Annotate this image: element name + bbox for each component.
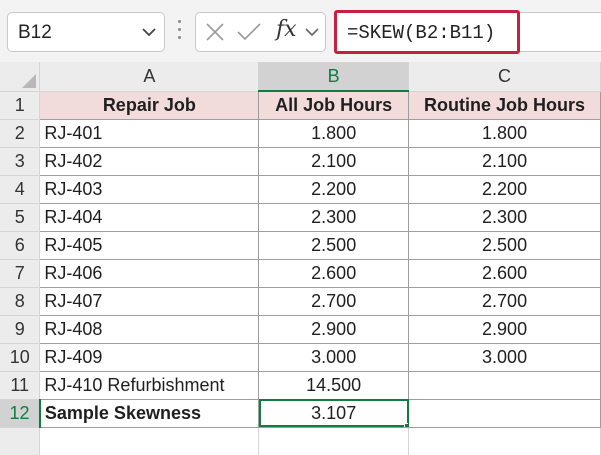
row-header[interactable]: 3: [0, 147, 41, 176]
formula-input[interactable]: =SKEW(B2:B11): [334, 10, 520, 54]
cell-c[interactable]: 2.600: [408, 259, 601, 288]
cell-a[interactable]: RJ-402: [39, 147, 260, 176]
row-header[interactable]: 12: [0, 399, 41, 428]
cell-grid: A B C 1 Repair Job All Job Hours Routine…: [0, 62, 601, 455]
column-header-c[interactable]: C: [408, 62, 601, 92]
row-header[interactable]: 4: [0, 175, 41, 204]
cell-a[interactable]: RJ-409: [39, 343, 260, 372]
fill-handle[interactable]: [404, 422, 408, 426]
row-header[interactable]: 9: [0, 315, 41, 344]
row-header[interactable]: 11: [0, 371, 41, 400]
cell-b[interactable]: 2.600: [258, 259, 410, 288]
worksheet: A B C 1 Repair Job All Job Hours Routine…: [0, 62, 601, 455]
cell-a[interactable]: RJ-406: [39, 259, 260, 288]
cell-c[interactable]: 1.800: [408, 119, 601, 148]
cell-a[interactable]: RJ-403: [39, 175, 260, 204]
column-header-b[interactable]: B: [258, 62, 410, 92]
cell-c[interactable]: 2.500: [408, 231, 601, 260]
cell-b-value[interactable]: 3.107: [311, 403, 356, 423]
cell-a[interactable]: Sample Skewness: [39, 399, 260, 428]
chevron-down-icon[interactable]: [304, 24, 320, 40]
row-header[interactable]: [0, 427, 41, 455]
row-header[interactable]: 5: [0, 203, 41, 232]
enter-check-icon[interactable]: [236, 21, 262, 43]
more-options-icon[interactable]: [176, 20, 182, 44]
cell-a[interactable]: RJ-408: [39, 315, 260, 344]
cell-a[interactable]: RJ-405: [39, 231, 260, 260]
insert-function-button[interactable]: fx: [276, 17, 297, 42]
formula-controls: fx: [195, 12, 326, 52]
cell-c[interactable]: [408, 399, 601, 428]
name-box[interactable]: B12: [7, 12, 165, 52]
cell-a[interactable]: RJ-401: [39, 119, 260, 148]
formula-input-extension[interactable]: [520, 12, 601, 52]
row-header[interactable]: 8: [0, 287, 41, 316]
cell-a[interactable]: RJ-404: [39, 203, 260, 232]
cell-a[interactable]: RJ-407: [39, 287, 260, 316]
cell-b[interactable]: 2.900: [258, 315, 410, 344]
cell-b[interactable]: 2.500: [258, 231, 410, 260]
header-cell-repair-job[interactable]: Repair Job: [39, 90, 260, 120]
cell-b[interactable]: 2.700: [258, 287, 410, 316]
column-header-a[interactable]: A: [39, 62, 260, 92]
cell-c[interactable]: 2.700: [408, 287, 601, 316]
cell-c[interactable]: 2.900: [408, 315, 601, 344]
row-header[interactable]: 2: [0, 119, 41, 148]
cancel-icon[interactable]: [204, 21, 226, 43]
name-box-value[interactable]: B12: [18, 22, 52, 44]
header-cell-all-job-hours[interactable]: All Job Hours: [258, 90, 410, 120]
row-header[interactable]: 7: [0, 259, 41, 288]
formula-bar: B12 fx =SKEW(B2:B11): [0, 0, 601, 62]
cell-b[interactable]: 2.200: [258, 175, 410, 204]
cell-b[interactable]: 2.300: [258, 203, 410, 232]
cell-c[interactable]: 2.100: [408, 147, 601, 176]
cell-a[interactable]: RJ-410 Refurbishment: [39, 371, 260, 400]
cell-b-selected[interactable]: 3.107: [258, 399, 410, 428]
select-all-corner[interactable]: [0, 62, 41, 92]
cell-c[interactable]: [408, 371, 601, 400]
row-header[interactable]: 6: [0, 231, 41, 260]
cell-b[interactable]: 14.500: [258, 371, 410, 400]
cell-c[interactable]: 2.200: [408, 175, 601, 204]
cell-c[interactable]: 3.000: [408, 343, 601, 372]
cell-b[interactable]: 2.100: [258, 147, 410, 176]
cell-b[interactable]: 3.000: [258, 343, 410, 372]
row-header[interactable]: 10: [0, 343, 41, 372]
row-header[interactable]: 1: [0, 91, 41, 120]
cell-b[interactable]: [258, 427, 410, 455]
cell-b[interactable]: 1.800: [258, 119, 410, 148]
cell-c[interactable]: 2.300: [408, 203, 601, 232]
cell-a[interactable]: [39, 427, 260, 455]
header-cell-routine-job-hours[interactable]: Routine Job Hours: [408, 90, 601, 120]
cell-c[interactable]: [408, 427, 601, 455]
chevron-down-icon[interactable]: [140, 23, 158, 41]
formula-text[interactable]: =SKEW(B2:B11): [347, 22, 495, 44]
